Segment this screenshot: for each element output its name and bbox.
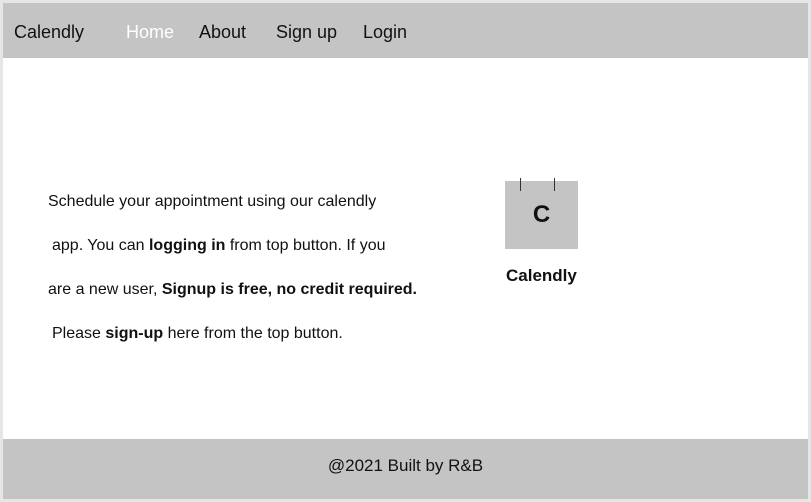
nav-login-link[interactable]: Login [363,22,407,43]
intro-login-emphasis: logging in [148,237,226,254]
nav-signup-link[interactable]: Sign up [276,22,337,43]
footer-text: @2021 Built by R&B [327,456,484,475]
intro-line-2-pre: app. You can [52,237,149,254]
intro-line-4-post: here from the top button. [163,325,343,342]
intro-signup-free-emphasis: Signup is free, no credit required. [161,281,417,298]
intro-line-2-post: from top button. If you [225,237,386,254]
intro-line-1-text: Schedule your appointment using our cale… [48,193,377,210]
brand-link[interactable]: Calendly [14,22,84,43]
intro-line-2: app. You can logging in from top button.… [48,224,428,268]
logo-letter: C [532,201,551,228]
intro-signup-emphasis: sign-up [105,325,164,342]
intro-line-3: are a new user, Signup is free, no credi… [48,268,428,312]
intro-line-4: Please sign-up here from the top button. [48,312,428,356]
calendar-ring-left [520,178,521,191]
calendar-logo-icon: C [505,178,578,249]
logo-caption: Calendly [506,266,577,285]
intro-line-4-pre: Please [52,325,106,342]
intro-text: Schedule your appointment using our cale… [48,180,428,356]
page-footer: @2021 Built by R&B [3,439,808,499]
page-frame: Calendly Home About Sign up Login Schedu… [3,3,808,499]
nav-home-link[interactable]: Home [126,22,174,43]
intro-line-3-pre: are a new user, [48,281,162,298]
top-navbar: Calendly Home About Sign up Login [3,3,808,58]
intro-line-1: Schedule your appointment using our cale… [48,180,428,224]
calendar-ring-right [554,178,555,191]
nav-about-link[interactable]: About [199,22,246,43]
